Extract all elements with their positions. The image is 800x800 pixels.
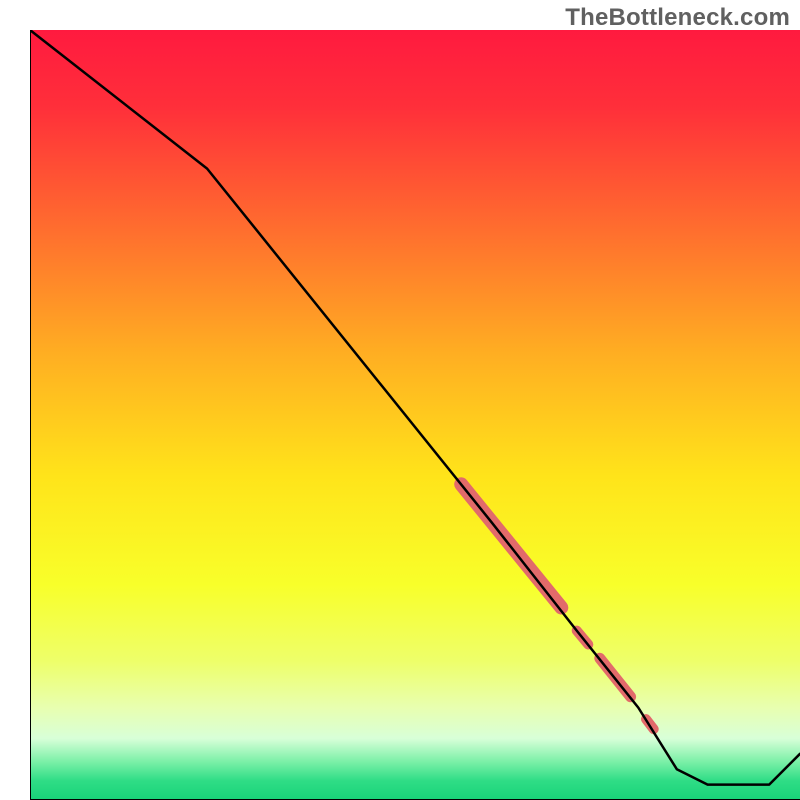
- bottleneck-curve: [30, 30, 800, 785]
- chart-canvas: TheBottleneck.com: [0, 0, 800, 800]
- chart-overlay: [30, 30, 800, 800]
- plot-area: [30, 30, 800, 800]
- attribution-text: TheBottleneck.com: [565, 4, 790, 32]
